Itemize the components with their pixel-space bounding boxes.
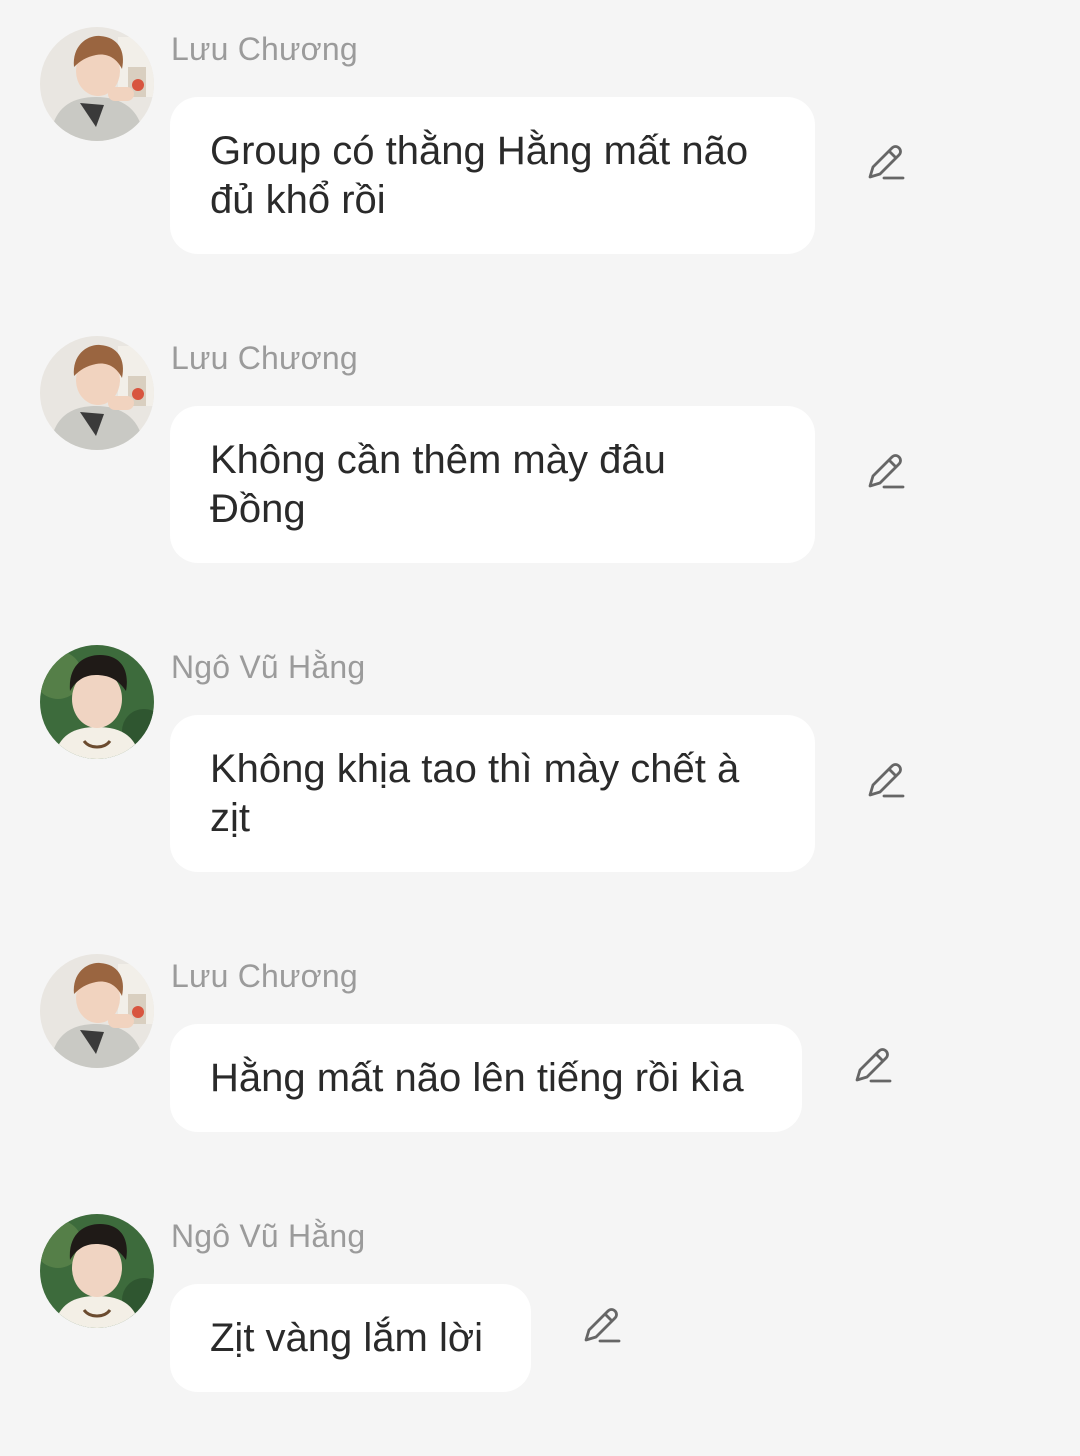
sender-name: Lưu Chương [171, 31, 358, 67]
message-bubble[interactable]: Group có thằng Hằng mất não đủ khổ rồi [170, 97, 815, 254]
pencil-edit-icon[interactable] [851, 1044, 895, 1088]
chat-thread: Lưu Chương Group có thằng Hằng mất não đ… [0, 0, 1080, 1456]
message-text: Zịt vàng lắm lời [210, 1316, 483, 1360]
avatar[interactable] [40, 954, 154, 1068]
message-text: Không khịa tao thì mày chết à zịt [210, 747, 740, 840]
sender-name: Ngô Vũ Hằng [171, 1218, 366, 1254]
pencil-edit-icon[interactable] [864, 759, 908, 803]
sender-name: Lưu Chương [171, 958, 358, 994]
pencil-edit-icon[interactable] [864, 450, 908, 494]
sender-name: Lưu Chương [171, 340, 358, 376]
message-text: Không cần thêm mày đâu Đồng [210, 438, 666, 531]
pencil-edit-icon[interactable] [864, 141, 908, 185]
avatar[interactable] [40, 336, 154, 450]
message-bubble[interactable]: Hằng mất não lên tiếng rồi kìa [170, 1024, 802, 1132]
message-bubble[interactable]: Không cần thêm mày đâu Đồng [170, 406, 815, 563]
pencil-edit-icon[interactable] [580, 1304, 624, 1348]
sender-name: Ngô Vũ Hằng [171, 649, 366, 685]
message-bubble[interactable]: Zịt vàng lắm lời [170, 1284, 531, 1392]
avatar[interactable] [40, 27, 154, 141]
message-text: Hằng mất não lên tiếng rồi kìa [210, 1056, 744, 1100]
message-text: Group có thằng Hằng mất não đủ khổ rồi [210, 129, 749, 222]
message-bubble[interactable]: Không khịa tao thì mày chết à zịt [170, 715, 815, 872]
avatar[interactable] [40, 645, 154, 759]
avatar[interactable] [40, 1214, 154, 1328]
